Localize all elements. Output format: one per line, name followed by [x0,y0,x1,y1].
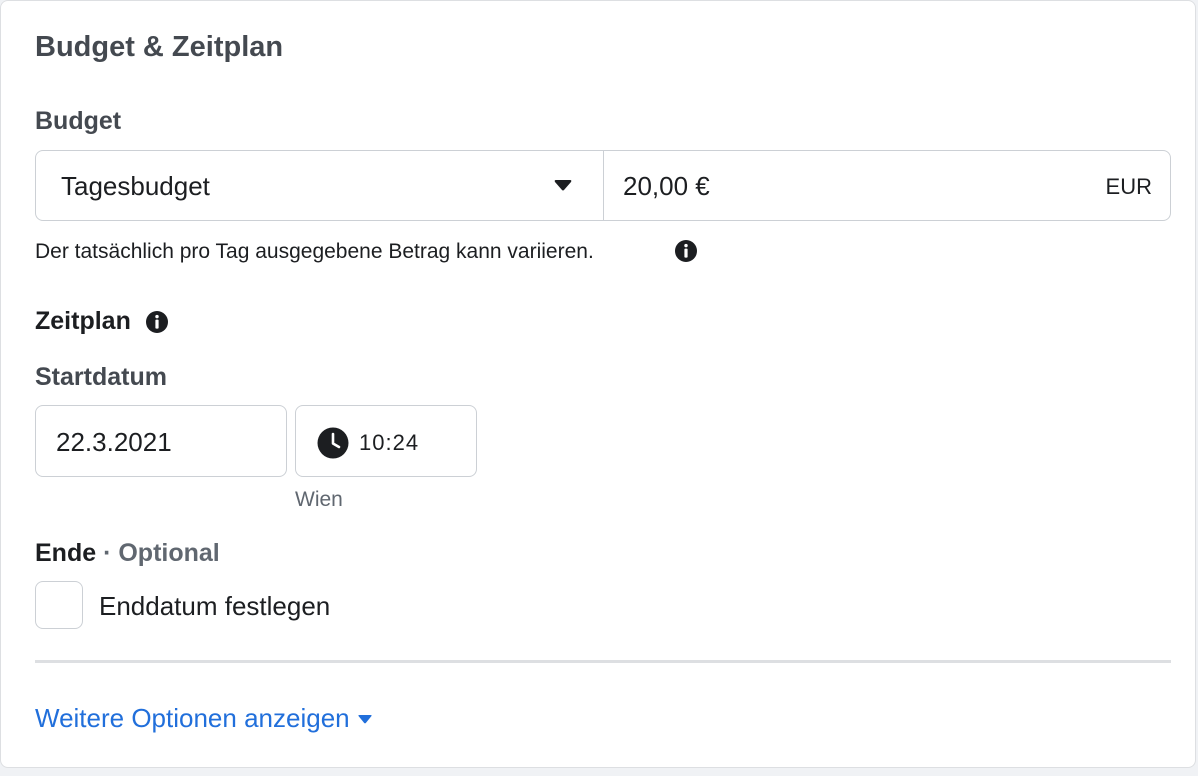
divider [35,660,1171,663]
budget-label: Budget [35,107,122,135]
budget-amount-value: 20,00 € [623,171,710,201]
end-optional-label: Optional [118,539,220,567]
budget-note: Der tatsächlich pro Tag ausgegebene Betr… [35,240,594,263]
budget-type-dropdown[interactable]: Tagesbudget [36,151,604,220]
clock-icon [317,427,349,459]
budget-input-group: Tagesbudget 20,00 € EUR [35,150,1171,221]
currency-label: EUR [1105,174,1152,199]
end-separator: · [103,539,112,567]
section-title: Budget & Zeitplan [35,31,284,63]
info-icon[interactable] [145,310,169,334]
end-label: Ende [35,539,97,567]
caret-down-icon [358,715,372,724]
budget-type-value: Tagesbudget [61,171,210,201]
start-time-value: 10:24 [359,430,420,455]
more-options-link[interactable]: Weitere Optionen anzeigen [35,703,372,734]
budget-schedule-card: Budget & Zeitplan Budget Tagesbudget 20,… [0,0,1196,768]
start-date-label: Startdatum [35,363,167,391]
end-label-row: Ende · Optional [35,539,220,568]
caret-down-icon [554,180,572,191]
start-date-value: 22.3.2021 [56,427,172,457]
end-date-checkbox[interactable] [35,581,83,629]
end-date-checkbox-label[interactable]: Enddatum festlegen [99,591,330,622]
timezone-label: Wien [295,488,343,511]
more-options-label: Weitere Optionen anzeigen [35,703,350,733]
info-icon[interactable] [674,239,698,263]
schedule-label: Zeitplan [35,307,131,335]
start-time-input[interactable]: 10:24 [295,405,477,477]
budget-amount-input[interactable]: 20,00 € EUR [604,151,1170,220]
start-date-input[interactable]: 22.3.2021 [35,405,287,477]
